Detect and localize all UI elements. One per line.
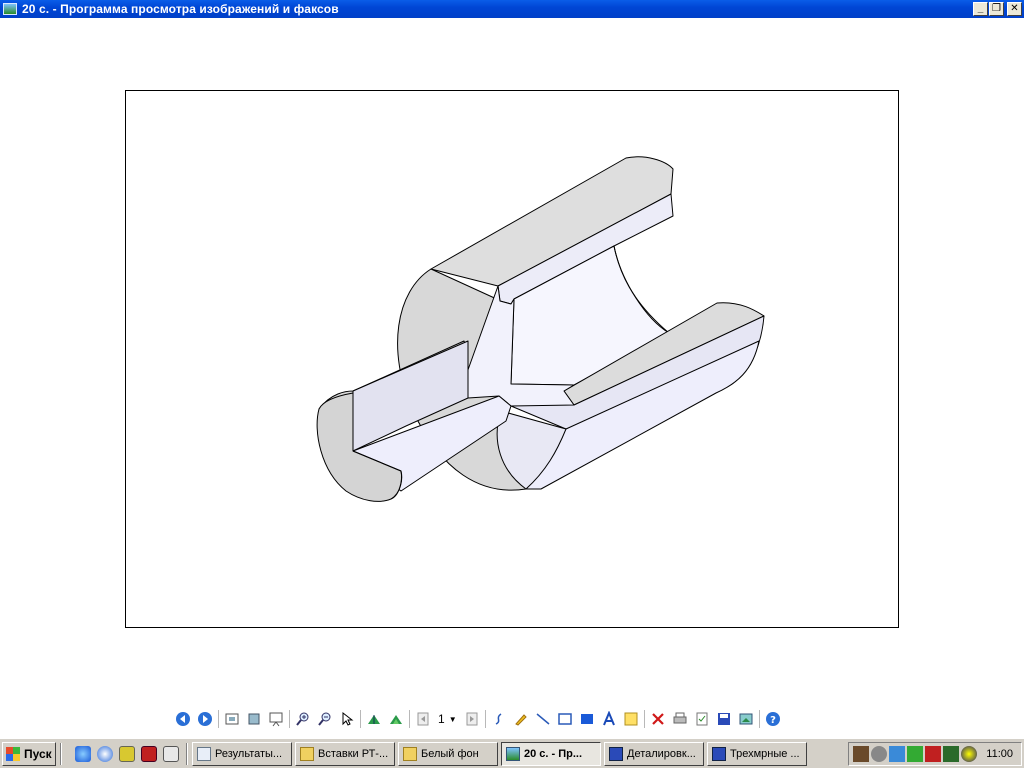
taskbar-task-image-viewer[interactable]: 20 с. - Пр... <box>501 741 601 766</box>
minimize-button[interactable]: _ <box>973 2 988 16</box>
close-button[interactable]: ✕ <box>1007 2 1022 16</box>
image-canvas <box>125 90 899 628</box>
taskbar-task-inserts-folder[interactable]: Вставки РТ-... <box>295 741 395 766</box>
antivirus-icon[interactable] <box>907 746 923 762</box>
help-icon[interactable]: ? <box>762 708 784 730</box>
taskbar-task-3d-word[interactable]: Трехмрные ... <box>707 741 807 766</box>
page-number: 1 <box>438 712 445 726</box>
rotate-clockwise-icon[interactable] <box>363 708 385 730</box>
slideshow-icon[interactable] <box>265 708 287 730</box>
copy-to-icon[interactable] <box>691 708 713 730</box>
taskbar: Пуск Результаты... Вставки РТ-... Белый … <box>0 738 1024 768</box>
restore-button[interactable]: ❐ <box>989 2 1004 16</box>
cad-part-drawing <box>316 156 765 502</box>
system-tray: 11:00 <box>848 742 1022 766</box>
actual-size-icon[interactable] <box>243 708 265 730</box>
taskbar-task-results[interactable]: Результаты... <box>192 741 292 766</box>
folder-icon <box>300 746 314 761</box>
rotate-counterclockwise-icon[interactable] <box>385 708 407 730</box>
folder-icon <box>403 746 417 761</box>
filled-rectangle-icon[interactable] <box>576 708 598 730</box>
save-icon[interactable] <box>713 708 735 730</box>
previous-page-icon[interactable] <box>412 708 434 730</box>
start-button[interactable]: Пуск <box>2 741 56 766</box>
toolbar-separator <box>289 710 290 728</box>
toolbar-separator <box>409 710 410 728</box>
next-image-icon[interactable] <box>194 708 216 730</box>
taskbar-separator <box>186 742 188 765</box>
edit-icon[interactable] <box>735 708 757 730</box>
floppy-save-icon[interactable] <box>141 745 157 762</box>
windows-logo-icon <box>6 746 20 761</box>
zoom-out-icon[interactable] <box>314 708 336 730</box>
taskbar-separator <box>60 742 62 765</box>
document-app-icon[interactable] <box>163 745 179 762</box>
media-tray-icon[interactable] <box>961 746 977 762</box>
taskbar-task-detailing-word[interactable]: Деталировк... <box>604 741 704 766</box>
quick-launch <box>72 745 182 762</box>
media-player-icon[interactable] <box>97 745 113 762</box>
toolbar-separator <box>484 710 486 728</box>
toolbar-separator <box>218 710 219 728</box>
svg-text:?: ? <box>770 715 776 726</box>
viewer-toolbar: 1 ▼ ? <box>172 707 784 731</box>
window-title: 20 с. - Программа просмотра изображений … <box>22 2 339 16</box>
chevron-down-icon: ▼ <box>448 714 457 724</box>
highlight-icon[interactable] <box>510 708 532 730</box>
print-icon[interactable] <box>669 708 691 730</box>
best-fit-icon[interactable] <box>221 708 243 730</box>
note-icon[interactable] <box>620 708 642 730</box>
word-document-icon <box>609 746 623 761</box>
pointer-icon[interactable] <box>336 708 358 730</box>
previous-image-icon[interactable] <box>172 708 194 730</box>
line-icon[interactable] <box>532 708 554 730</box>
title-bar[interactable]: 20 с. - Программа просмотра изображений … <box>0 0 1024 18</box>
freehand-icon[interactable] <box>488 708 510 730</box>
network-icon[interactable] <box>889 746 905 762</box>
start-label: Пуск <box>24 746 52 761</box>
toolbar-separator <box>643 710 645 728</box>
language-icon[interactable] <box>853 746 869 762</box>
security-icon[interactable] <box>943 746 959 762</box>
next-page-icon[interactable] <box>461 708 483 730</box>
taskbar-task-white-background-folder[interactable]: Белый фон <box>398 741 498 766</box>
zoom-in-icon[interactable] <box>292 708 314 730</box>
picture-viewer-icon <box>506 746 520 761</box>
toolbar-separator <box>360 710 361 728</box>
frame-icon[interactable] <box>554 708 576 730</box>
toolbar-separator <box>758 710 760 728</box>
text-icon[interactable] <box>598 708 620 730</box>
delete-icon[interactable] <box>647 708 669 730</box>
page-selector[interactable]: 1 ▼ <box>434 712 461 726</box>
internet-explorer-icon[interactable] <box>75 745 91 762</box>
clock: 11:00 <box>986 748 1013 760</box>
clock-app-icon[interactable] <box>119 745 135 762</box>
document-icon <box>197 746 211 761</box>
picture-viewer-icon <box>3 3 17 15</box>
acrobat-icon[interactable] <box>925 746 941 762</box>
word-document-icon <box>712 746 726 761</box>
speaker-icon[interactable] <box>871 746 887 762</box>
